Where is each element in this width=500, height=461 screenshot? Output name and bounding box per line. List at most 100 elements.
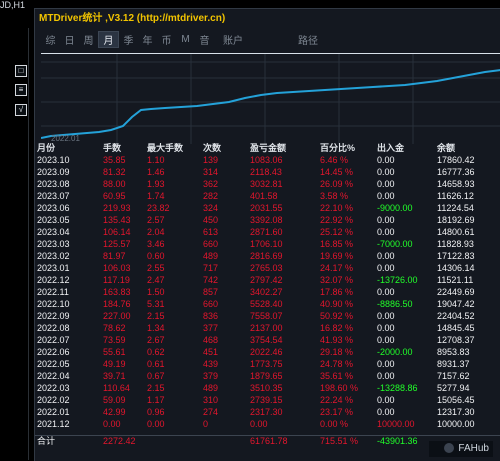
- tab-0[interactable]: 综: [41, 32, 60, 47]
- table-cell-7: 15056.45: [437, 395, 475, 405]
- table-cell-7: 11521.11: [437, 275, 474, 285]
- hub-badge: FAHub: [429, 441, 493, 457]
- tab-5[interactable]: 年: [138, 32, 157, 47]
- tab-6[interactable]: 币: [157, 32, 176, 47]
- table-row: 2022.10 184.76 5.31 660 5528.40 40.90 % -8886.…: [35, 299, 500, 310]
- table-cell-7: 17122.83: [437, 251, 475, 261]
- table-cell-4: 2739.15: [250, 395, 283, 405]
- table-cell-7: 16777.36: [437, 167, 475, 177]
- equity-chart: 2022.01: [41, 53, 500, 144]
- table-cell-0: 2022.12: [37, 275, 70, 285]
- table-cell-0: 2023.10: [37, 155, 70, 165]
- table-cell-0: 2022.04: [37, 371, 70, 381]
- hub-text: FAHub: [458, 443, 489, 454]
- table-cell-7: 14658.93: [437, 179, 475, 189]
- table-cell-4: 0.00: [250, 419, 268, 429]
- table-row: 2023.05 135.43 2.57 450 3392.08 22.92 % 0.00 18…: [35, 215, 500, 226]
- table-cell-4: 3392.08: [250, 215, 283, 225]
- toolbar-button-1[interactable]: □: [15, 65, 27, 77]
- table-row: 2023.02 81.97 0.60 489 2816.69 19.69 % 0.00 171…: [35, 251, 500, 262]
- table-cell-0: 2023.04: [37, 227, 70, 237]
- toolbar-button-3[interactable]: √: [15, 104, 27, 116]
- table-cell-4: 7558.07: [250, 311, 283, 321]
- table-cell-4: 401.58: [250, 191, 278, 201]
- table-cell-0: 2022.03: [37, 383, 70, 393]
- table-row: 2022.11 163.83 1.50 857 3402.27 17.86 % 0.00 22…: [35, 287, 500, 298]
- tab-bar: 综日周月季年币 M 音账户 路径: [35, 29, 500, 49]
- tab-10[interactable]: 路径: [252, 32, 318, 47]
- table-cell-4: 1706.10: [250, 239, 283, 249]
- header-cell-7: 余额: [437, 143, 456, 153]
- table-cell-7: 22449.69: [437, 287, 475, 297]
- table-row: 2022.04 39.71 0.67 379 1879.65 35.61 % 0.00 715…: [35, 371, 500, 382]
- total-cell-1: 2272.42: [103, 436, 136, 446]
- table-cell-4: 2022.46: [250, 347, 283, 357]
- toolbar-button-2[interactable]: ≡: [15, 84, 27, 96]
- total-cell-0: 合计: [37, 436, 56, 446]
- table-cell-0: 2023.01: [37, 263, 70, 273]
- table-row: 2022.02 59.09 1.17 310 2739.15 22.24 % 0.00 150…: [35, 395, 500, 406]
- table-cell-7: 22404.52: [437, 311, 475, 321]
- table-cell-0: 2022.10: [37, 299, 70, 309]
- table-cell-7: 10000.00: [437, 419, 475, 429]
- table-cell-4: 2816.69: [250, 251, 283, 261]
- table-cell-0: 2022.08: [37, 323, 70, 333]
- chart-svg: [41, 54, 500, 144]
- tab-7[interactable]: M: [176, 34, 195, 45]
- table-cell-4: 2765.03: [250, 263, 283, 273]
- table-row: 2022.05 49.19 0.61 439 1773.75 24.78 % 0.00 893…: [35, 359, 500, 370]
- table-cell-4: 1879.65: [250, 371, 283, 381]
- table-cell-0: 2023.06: [37, 203, 70, 213]
- table-cell-7: 19047.42: [437, 299, 475, 309]
- table-cell-7: 7157.62: [437, 371, 470, 381]
- table-row: 2022.09 227.00 2.15 836 7558.07 50.92 % 0.00 22…: [35, 311, 500, 322]
- table-row: 2023.09 81.32 1.46 314 2118.43 14.45 % 0.00 167…: [35, 167, 500, 178]
- table-cell-4: 2871.60: [250, 227, 283, 237]
- table-cell-4: 3754.54: [250, 335, 283, 345]
- tab-4[interactable]: 季: [119, 32, 138, 47]
- table-cell-4: 2118.43: [250, 167, 282, 177]
- statistics-panel: MTDriver统计 ,V3.12 (http://mtdriver.cn) 综…: [34, 8, 500, 461]
- table-row: 2023.10 35.85 1.10 139 1083.06 6.46 % 0.00 1786…: [35, 155, 500, 166]
- hub-logo-icon: [444, 443, 455, 454]
- table-cell-4: 3402.27: [250, 287, 283, 297]
- table-row: 2021.12 0.00 0.00 0 0.00 0.00 % 10000.00 10000.…: [35, 419, 500, 430]
- table-cell-7: 12708.37: [437, 335, 475, 345]
- table-cell-7: 11224.54: [437, 203, 474, 213]
- table-cell-0: 2023.08: [37, 179, 70, 189]
- table-cell-0: 2023.05: [37, 215, 70, 225]
- table-cell-4: 5528.40: [250, 299, 283, 309]
- table-cell-7: 14306.14: [437, 263, 475, 273]
- table-row: 2022.08 78.62 1.34 377 2137.00 16.82 % 0.00 148…: [35, 323, 500, 334]
- table-row: 2023.07 60.95 1.74 282 401.58 3.58 % 0.00 11626…: [35, 191, 500, 202]
- table-cell-0: 2023.07: [37, 191, 70, 201]
- chart-date-label: 2022.01: [51, 134, 80, 143]
- table-cell-0: 2022.07: [37, 335, 70, 345]
- table-cell-7: 14845.45: [437, 323, 475, 333]
- tab-9[interactable]: 账户: [214, 32, 252, 47]
- tab-2[interactable]: 周: [79, 32, 98, 47]
- table-cell-7: 8931.37: [437, 359, 470, 369]
- table-row: 2022.03 110.64 2.15 489 3510.35 198.60 % -1328…: [35, 383, 500, 394]
- table-cell-7: 12317.30: [437, 407, 475, 417]
- table-cell-4: 3510.35: [250, 383, 283, 393]
- table-row: 2023.08 88.00 1.93 362 3032.81 26.09 % 0.00 146…: [35, 179, 500, 190]
- table-cell-4: 2031.55: [250, 203, 283, 213]
- table-cell-4: 2317.30: [250, 407, 283, 417]
- table-cell-0: 2021.12: [37, 419, 70, 429]
- header-cell-0: 月份: [37, 143, 56, 153]
- table-row: 2023.06 219.93 23.82 324 2031.55 22.10 % -9000…: [35, 203, 500, 214]
- table-cell-0: 2023.03: [37, 239, 70, 249]
- statistics-table: 月份 手数 最大手数 次数 盈亏金额 百分比% 出入金 余额 2023.10 35.85 1.10…: [35, 143, 500, 461]
- tab-3[interactable]: 月: [98, 30, 119, 48]
- table-row: 2022.12 117.19 2.47 742 2797.42 32.07 % -13726…: [35, 275, 500, 286]
- table-cell-7: 8953.83: [437, 347, 470, 357]
- tab-8[interactable]: 音: [195, 32, 214, 47]
- table-cell-4: 1773.75: [250, 359, 283, 369]
- table-cell-0: 2022.01: [37, 407, 70, 417]
- tab-1[interactable]: 日: [60, 32, 79, 47]
- table-cell-7: 5277.94: [437, 383, 470, 393]
- table-row: 2023.01 106.03 2.55 717 2765.03 24.17 % 0.00 14…: [35, 263, 500, 274]
- table-row: 2022.01 42.99 0.96 274 2317.30 23.17 % 0.00 123…: [35, 407, 500, 418]
- table-row: 2022.07 73.59 2.67 468 3754.54 41.93 % 0.00 127…: [35, 335, 500, 346]
